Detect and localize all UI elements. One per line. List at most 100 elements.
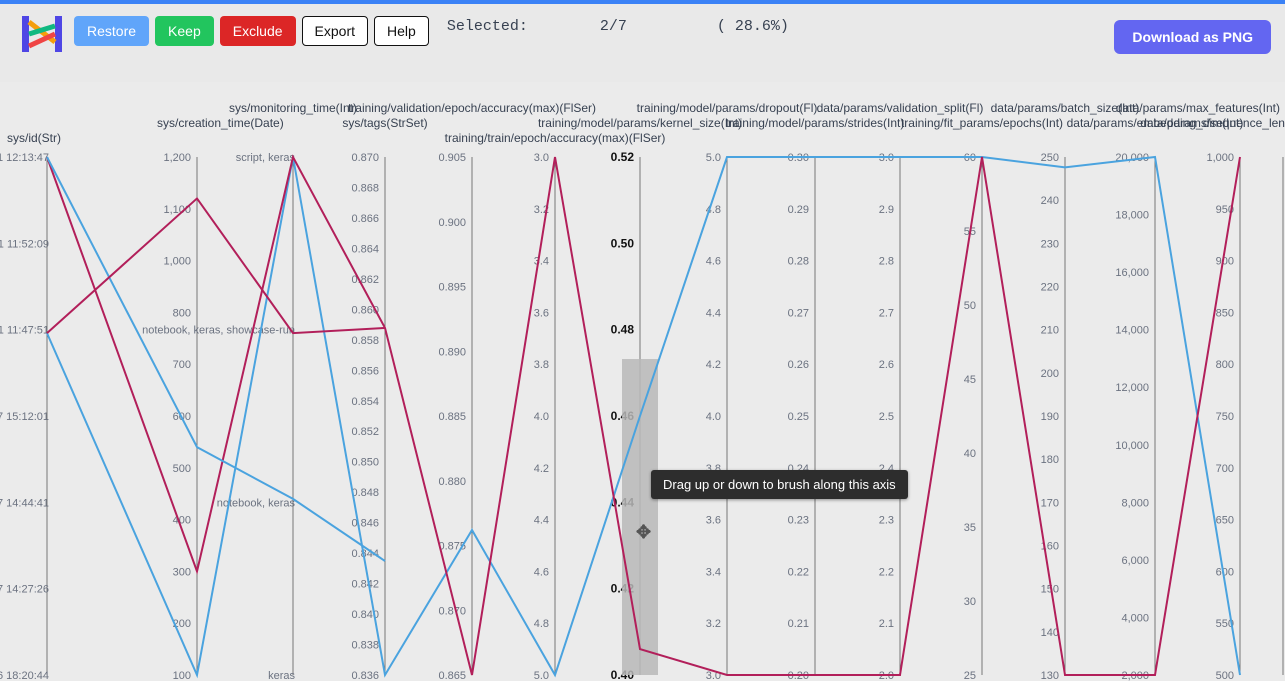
svg-text:sys/tags(StrSet): sys/tags(StrSet) <box>342 116 427 130</box>
svg-text:45: 45 <box>964 374 976 386</box>
svg-text:2023/03/07 14:27:26: 2023/03/07 14:27:26 <box>0 584 49 596</box>
svg-text:0.848: 0.848 <box>351 487 379 499</box>
svg-text:1,200: 1,200 <box>163 152 191 164</box>
svg-text:3.0: 3.0 <box>534 152 549 164</box>
svg-text:2023/06/21 11:52:09: 2023/06/21 11:52:09 <box>0 238 49 250</box>
svg-text:50: 50 <box>964 300 976 312</box>
svg-text:0.52: 0.52 <box>611 150 635 164</box>
selection-status: Selected: 2/7 ( 28.6%) <box>447 18 789 35</box>
svg-text:0.856: 0.856 <box>351 365 379 377</box>
selected-pct: ( 28.6%) <box>717 18 789 35</box>
restore-button[interactable]: Restore <box>74 16 149 46</box>
svg-text:0.836: 0.836 <box>351 670 379 681</box>
selected-count: 2/7 <box>600 18 627 35</box>
svg-text:0.866: 0.866 <box>351 213 379 225</box>
svg-text:14,000: 14,000 <box>1115 325 1149 337</box>
svg-text:230: 230 <box>1041 238 1059 250</box>
svg-text:data/params/validation_split(F: data/params/validation_split(Fl) <box>817 101 984 115</box>
svg-text:2.9: 2.9 <box>879 204 894 216</box>
svg-text:2.8: 2.8 <box>879 256 894 268</box>
svg-text:data/params/max_features(Int): data/params/max_features(Int) <box>1116 101 1280 115</box>
svg-text:170: 170 <box>1041 497 1059 509</box>
svg-text:1,000: 1,000 <box>1206 152 1234 164</box>
svg-text:800: 800 <box>1216 359 1234 371</box>
svg-text:3.4: 3.4 <box>534 256 549 268</box>
exclude-button[interactable]: Exclude <box>220 16 296 46</box>
svg-text:200: 200 <box>1041 368 1059 380</box>
svg-text:800: 800 <box>173 307 191 319</box>
svg-text:700: 700 <box>173 359 191 371</box>
svg-text:0.29: 0.29 <box>788 204 809 216</box>
svg-text:0.25: 0.25 <box>788 411 809 423</box>
svg-text:0.870: 0.870 <box>351 152 379 164</box>
svg-text:0.865: 0.865 <box>438 670 466 681</box>
svg-text:0.48: 0.48 <box>611 323 635 337</box>
svg-text:40: 40 <box>964 448 976 460</box>
help-button[interactable]: Help <box>374 16 429 46</box>
svg-text:2023/06/21 11:47:51: 2023/06/21 11:47:51 <box>0 325 49 337</box>
svg-text:0.838: 0.838 <box>351 640 379 652</box>
parallel-coordinates-chart[interactable]: sys/id(Str) 2023/06/21 12:13:47 2023/06/21… <box>0 82 1285 681</box>
svg-text:2023/06/21 12:13:47: 2023/06/21 12:13:47 <box>0 152 49 164</box>
svg-text:900: 900 <box>1216 256 1234 268</box>
svg-text:4,000: 4,000 <box>1121 612 1149 624</box>
svg-text:220: 220 <box>1041 282 1059 294</box>
export-button[interactable]: Export <box>302 16 368 46</box>
svg-text:1,100: 1,100 <box>163 204 191 216</box>
svg-text:650: 650 <box>1216 515 1234 527</box>
svg-text:0.880: 0.880 <box>438 476 466 488</box>
svg-text:2.3: 2.3 <box>879 515 894 527</box>
svg-text:training/model/params/kernel_s: training/model/params/kernel_size(Int) <box>538 116 742 130</box>
button-row: Restore Keep Exclude Export Help <box>74 16 429 46</box>
svg-text:6,000: 6,000 <box>1121 555 1149 567</box>
svg-text:3.6: 3.6 <box>534 307 549 319</box>
svg-text:4.2: 4.2 <box>706 359 721 371</box>
svg-text:2.5: 2.5 <box>879 411 894 423</box>
svg-text:0.905: 0.905 <box>438 152 466 164</box>
svg-text:2.7: 2.7 <box>879 307 894 319</box>
svg-text:3.6: 3.6 <box>706 515 721 527</box>
svg-text:500: 500 <box>1216 670 1234 681</box>
svg-text:5.0: 5.0 <box>706 152 721 164</box>
svg-text:2023/03/07 15:12:01: 2023/03/07 15:12:01 <box>0 411 49 423</box>
svg-text:0.870: 0.870 <box>438 605 466 617</box>
svg-text:240: 240 <box>1041 195 1059 207</box>
svg-text:180: 180 <box>1041 454 1059 466</box>
svg-text:0.858: 0.858 <box>351 335 379 347</box>
svg-text:training/fit_params/epochs(Int: training/fit_params/epochs(Int) <box>901 116 1063 130</box>
svg-text:190: 190 <box>1041 411 1059 423</box>
svg-text:2.4: 2.4 <box>879 463 894 475</box>
svg-text:0.868: 0.868 <box>351 182 379 194</box>
svg-text:0.890: 0.890 <box>438 346 466 358</box>
svg-text:0.23: 0.23 <box>788 515 809 527</box>
svg-text:700: 700 <box>1216 463 1234 475</box>
svg-text:0.862: 0.862 <box>351 274 379 286</box>
svg-text:0.846: 0.846 <box>351 518 379 530</box>
svg-text:2.6: 2.6 <box>879 359 894 371</box>
svg-text:0.22: 0.22 <box>788 566 809 578</box>
svg-text:2.1: 2.1 <box>879 618 894 630</box>
svg-text:0.852: 0.852 <box>351 426 379 438</box>
svg-text:4.6: 4.6 <box>706 256 721 268</box>
svg-text:sys/monitoring_time(Int): sys/monitoring_time(Int) <box>229 101 357 115</box>
svg-text:sys/id(Str): sys/id(Str) <box>7 131 61 145</box>
svg-text:0.895: 0.895 <box>438 282 466 294</box>
svg-text:2023/03/06 18:20:44: 2023/03/06 18:20:44 <box>0 670 49 681</box>
svg-text:4.4: 4.4 <box>706 307 721 319</box>
svg-text:100: 100 <box>173 670 191 681</box>
svg-text:8,000: 8,000 <box>1121 497 1149 509</box>
svg-text:35: 35 <box>964 522 976 534</box>
svg-text:18,000: 18,000 <box>1115 210 1149 222</box>
svg-text:4.6: 4.6 <box>534 566 549 578</box>
svg-text:training/train/epoch/accuracy(: training/train/epoch/accuracy(max)(FlSer… <box>445 131 666 145</box>
svg-text:2023/03/07 14:44:41: 2023/03/07 14:44:41 <box>0 497 49 509</box>
svg-text:2.2: 2.2 <box>879 566 894 578</box>
svg-text:12,000: 12,000 <box>1115 382 1149 394</box>
svg-text:0.21: 0.21 <box>788 618 809 630</box>
svg-text:training/model/params/dropout(: training/model/params/dropout(Fl) <box>637 101 818 115</box>
svg-text:16,000: 16,000 <box>1115 267 1149 279</box>
keep-button[interactable]: Keep <box>155 16 214 46</box>
download-png-button[interactable]: Download as PNG <box>1114 20 1271 54</box>
svg-text:0.900: 0.900 <box>438 217 466 229</box>
selected-label: Selected: <box>447 18 528 35</box>
